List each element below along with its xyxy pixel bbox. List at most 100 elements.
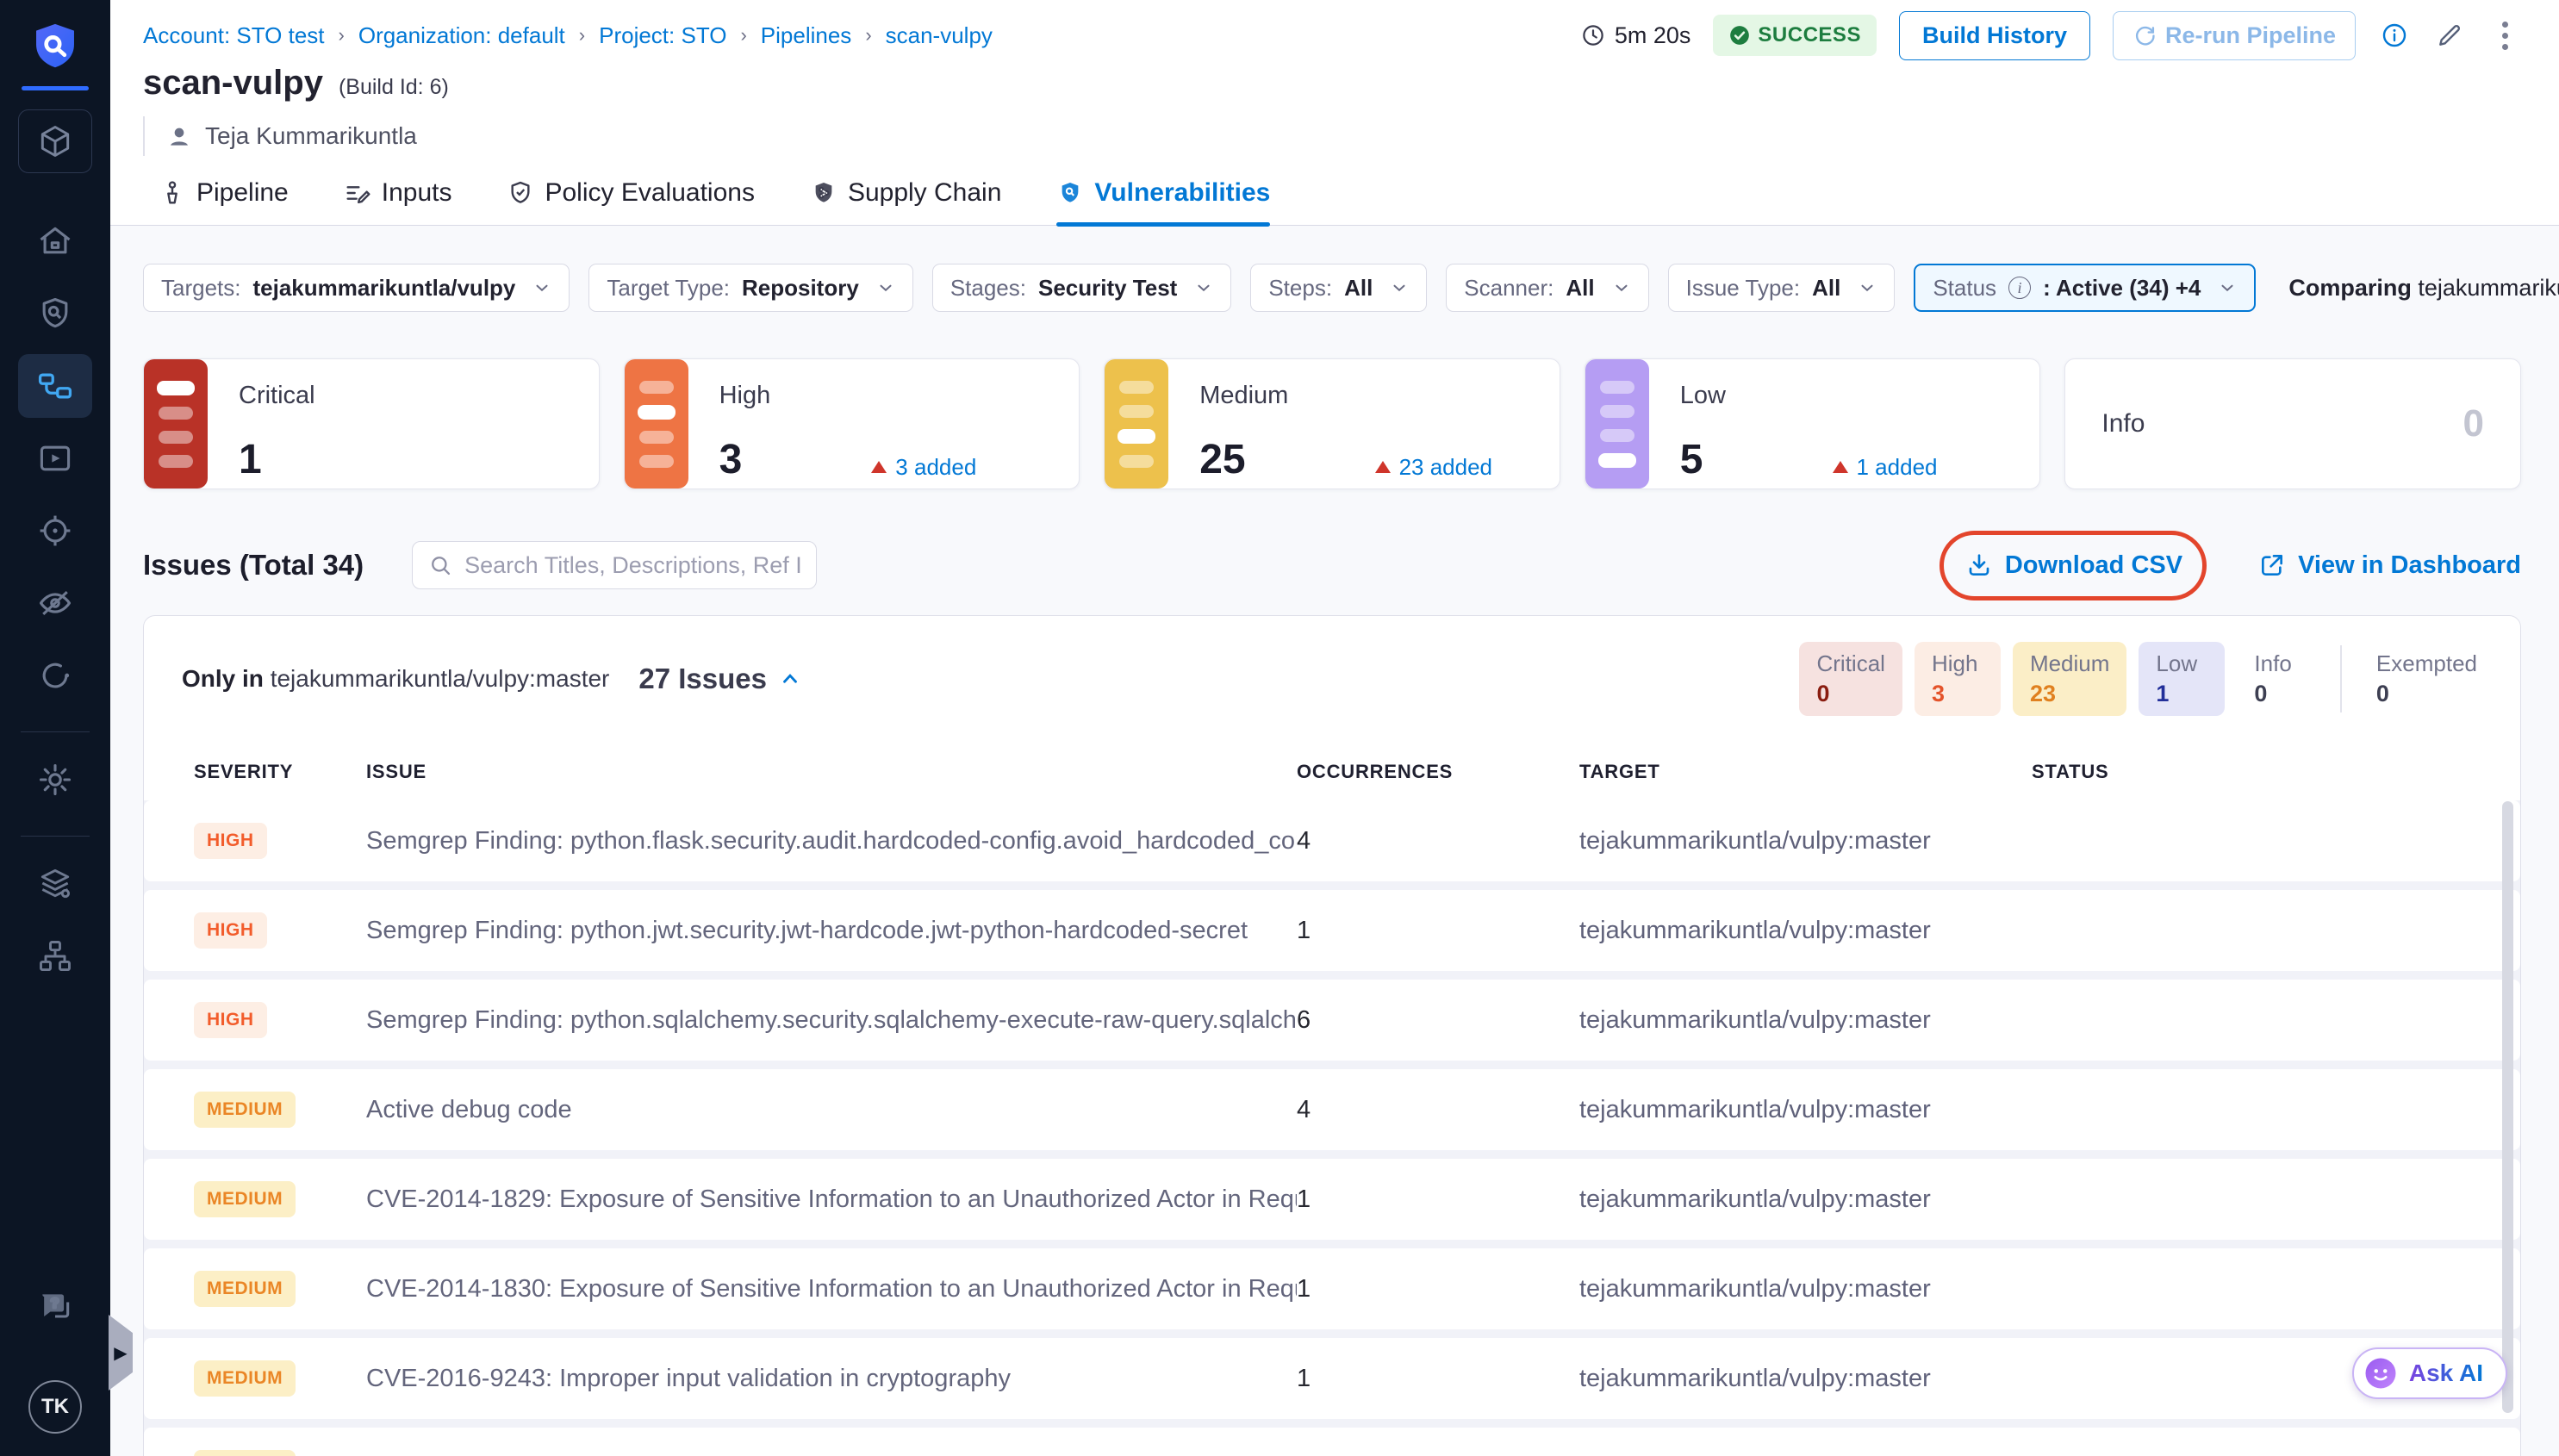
tab-label: Supply Chain — [848, 178, 1001, 208]
table-row[interactable]: HIGH Semgrep Finding: python.flask.secur… — [144, 800, 2520, 881]
view-in-dashboard-label: View in Dashboard — [2298, 551, 2521, 580]
filter-scanner[interactable]: Scanner: All — [1446, 264, 1648, 312]
breadcrumb-account[interactable]: Account: STO test — [143, 22, 325, 49]
filter-value: Security Test — [1038, 275, 1177, 302]
sidebar-item-governance[interactable] — [18, 924, 92, 988]
issues-group-toggle[interactable]: 27 Issues — [638, 663, 801, 695]
sidebar-item-overview[interactable] — [18, 282, 92, 345]
download-csv-label: Download CSV — [2005, 551, 2182, 580]
tab-policy-evaluations[interactable]: Policy Evaluations — [507, 178, 754, 225]
sidebar-bottom: ? TK — [18, 1275, 92, 1456]
table-row[interactable]: MEDIUM CVE-2014-1830: Exposure of Sensit… — [144, 1248, 2520, 1329]
search-input[interactable] — [464, 552, 800, 579]
card-critical[interactable]: Critical 1 — [143, 358, 600, 489]
issues-search[interactable] — [412, 541, 817, 589]
chevron-down-icon — [1612, 278, 1631, 297]
filter-status[interactable]: Status i : Active (34) +4 — [1914, 264, 2256, 312]
module-selector-button[interactable] — [18, 109, 92, 173]
tab-inputs[interactable]: Inputs — [344, 178, 452, 225]
help-chat-button[interactable]: ? — [18, 1275, 92, 1339]
rerun-pipeline-button[interactable]: Re-run Pipeline — [2113, 11, 2356, 60]
filter-stages[interactable]: Stages: Security Test — [932, 264, 1232, 312]
breadcrumb-org[interactable]: Organization: default — [358, 22, 565, 49]
build-history-button[interactable]: Build History — [1899, 11, 2090, 60]
chevron-down-icon — [876, 278, 895, 297]
severity-badge: MEDIUM — [194, 1271, 296, 1307]
table-row[interactable]: HIGH Semgrep Finding: python.sqlalchemy.… — [144, 980, 2520, 1061]
tab-bar: Pipeline Inputs Policy Evaluations Suppl… — [110, 178, 2559, 226]
table-row[interactable]: MEDIUM CVE-2014-1829: Exposure of Sensit… — [144, 1159, 2520, 1240]
medium-gauge-icon — [1105, 359, 1168, 488]
executions-icon — [36, 439, 74, 477]
info-circle-icon — [2381, 22, 2408, 49]
breadcrumb-separator: › — [579, 24, 585, 47]
triangle-up-icon — [1375, 461, 1391, 473]
col-target: TARGET — [1579, 761, 2032, 783]
filter-target-type[interactable]: Target Type: Repository — [588, 264, 912, 312]
card-info[interactable]: Info 0 — [2064, 358, 2521, 489]
tab-label: Vulnerabilities — [1094, 178, 1270, 208]
filter-value: : Active (34) +4 — [2043, 275, 2201, 302]
only-in-label: Only in tejakummarikuntla/vulpy:master — [182, 665, 609, 693]
left-sidebar: ? TK — [0, 0, 110, 1456]
table-row[interactable]: MEDIUM Active debug code 4 tejakummariku… — [144, 1069, 2520, 1150]
card-added: 23 added — [1375, 454, 1492, 481]
sidebar-item-pipelines[interactable] — [18, 354, 92, 418]
filter-label: Target Type: — [607, 275, 730, 302]
filter-targets[interactable]: Targets: tejakummarikuntla/vulpy — [143, 264, 570, 312]
chat-question-icon: ? — [36, 1288, 74, 1326]
card-medium[interactable]: Medium 25 23 added — [1104, 358, 1560, 489]
breadcrumb-project[interactable]: Project: STO — [599, 22, 726, 49]
issues-title: Issues (Total 34) — [143, 549, 364, 582]
build-id: (Build Id: 6) — [339, 75, 449, 100]
pipeline-tab-icon — [159, 179, 186, 207]
triangle-up-icon — [1833, 461, 1848, 473]
table-row[interactable]: HIGH Semgrep Finding: python.jwt.securit… — [144, 890, 2520, 971]
card-label: Info — [2101, 409, 2145, 439]
pipelines-icon — [36, 367, 74, 405]
card-low[interactable]: Low 5 1 added — [1585, 358, 2041, 489]
ask-ai-button[interactable]: Ask AI — [2352, 1347, 2507, 1399]
sidebar-item-executions[interactable] — [18, 426, 92, 490]
vertical-scrollbar[interactable] — [2502, 801, 2513, 1413]
severity-cards: Critical 1 High 3 3 added Medium 25 — [143, 358, 2521, 489]
sidebar-item-settings[interactable] — [18, 748, 92, 812]
sidebar-item-targets[interactable] — [18, 499, 92, 563]
tab-supply-chain[interactable]: Supply Chain — [810, 178, 1001, 225]
user-avatar[interactable]: TK — [28, 1380, 82, 1434]
table-row[interactable]: MEDIUM CVE-2016-9243: Improper input val… — [144, 1338, 2520, 1419]
sidebar-item-exemptions[interactable] — [18, 571, 92, 635]
chevron-down-icon — [532, 278, 551, 297]
refresh-icon — [2132, 23, 2157, 47]
triangle-up-icon — [871, 461, 887, 473]
shield-nodes-icon — [810, 179, 837, 207]
edit-pipeline-button[interactable] — [2433, 19, 2466, 52]
card-high[interactable]: High 3 3 added — [624, 358, 1080, 489]
filter-issue-type[interactable]: Issue Type: All — [1668, 264, 1896, 312]
severity-badge: MEDIUM — [194, 1181, 296, 1217]
info-button[interactable] — [2378, 19, 2411, 52]
more-options-button[interactable] — [2488, 19, 2521, 52]
target-value: tejakummarikuntla/vulpy:master — [1579, 1096, 2032, 1124]
author-row: Teja Kummarikuntla — [143, 116, 2521, 156]
breadcrumb-current[interactable]: scan-vulpy — [886, 22, 993, 49]
comparing-text: Comparing tejakummarikuntla/vulpy:master… — [2288, 275, 2559, 302]
info-circle-icon: i — [2008, 277, 2031, 299]
col-severity: SEVERITY — [194, 761, 366, 783]
breadcrumb-pipelines[interactable]: Pipelines — [761, 22, 852, 49]
filter-label: Status — [1933, 275, 1996, 302]
sidebar-item-home[interactable] — [18, 209, 92, 273]
card-added: 1 added — [1833, 454, 1938, 481]
sidebar-item-default-settings[interactable] — [18, 852, 92, 916]
rerun-label: Re-run Pipeline — [2165, 22, 2336, 49]
target-value: tejakummarikuntla/vulpy:master — [1579, 917, 2032, 945]
view-in-dashboard-button[interactable]: View in Dashboard — [2258, 551, 2521, 580]
download-csv-button[interactable]: Download CSV — [1965, 551, 2182, 580]
tab-vulnerabilities[interactable]: Vulnerabilities — [1056, 178, 1270, 225]
tab-pipeline[interactable]: Pipeline — [159, 178, 289, 225]
severity-badge: MEDIUM — [194, 1092, 296, 1128]
filter-steps[interactable]: Steps: All — [1250, 264, 1427, 312]
table-row[interactable]: MEDIUM CVE-2017-11424: PyJWT: ... 1 teja… — [144, 1428, 2520, 1456]
issue-title: Semgrep Finding: python.flask.security.a… — [366, 827, 1297, 856]
sidebar-item-getting-started[interactable] — [18, 644, 92, 707]
